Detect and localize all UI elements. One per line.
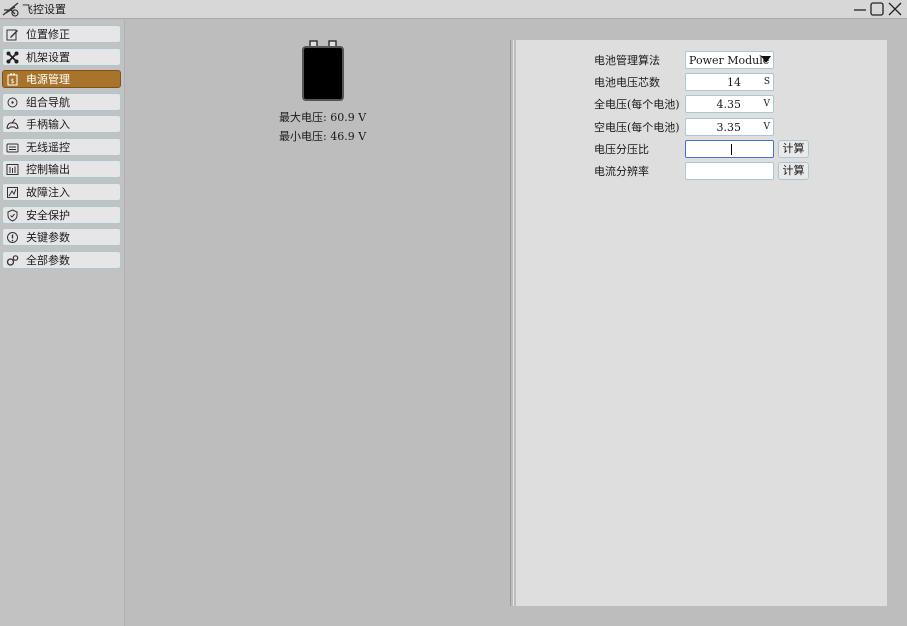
full-voltage-input[interactable]: 4.35 V — [685, 95, 774, 113]
output-icon — [6, 164, 19, 175]
sidebar: 位置修正 机架设置 $ 电源管理 组合导航 手柄输入 无线遥控 控制输出 故障注… — [0, 20, 125, 626]
sidebar-item-label: 控制输出 — [26, 163, 70, 176]
sidebar-item-label: 全部参数 — [26, 254, 70, 267]
sidebar-item-power-management[interactable]: $ 电源管理 — [2, 70, 121, 88]
cells-label: 电池电压芯数 — [594, 76, 660, 89]
sidebar-item-control-output[interactable]: 控制输出 — [2, 160, 121, 178]
window-title: 飞控设置 — [22, 3, 66, 16]
sidebar-item-label: 故障注入 — [26, 186, 70, 199]
sidebar-item-label: 机架设置 — [26, 51, 70, 64]
sidebar-item-all-parameters[interactable]: 全部参数 — [2, 251, 121, 269]
empty-voltage-label: 空电压(每个电池) — [594, 121, 680, 134]
compass-icon — [7, 97, 18, 108]
text-caret — [731, 144, 732, 155]
sidebar-item-label: 组合导航 — [26, 96, 70, 109]
shield-icon — [7, 209, 18, 222]
calc-current-resolution-button[interactable]: 计算 — [778, 162, 809, 180]
full-voltage-label: 全电压(每个电池) — [594, 98, 680, 111]
maximize-icon[interactable] — [869, 1, 885, 17]
sidebar-item-joystick-input[interactable]: 手柄输入 — [2, 115, 121, 133]
battery-icon: $ — [7, 73, 18, 86]
sidebar-item-integrated-navigation[interactable]: 组合导航 — [2, 93, 121, 111]
quadcopter-icon — [6, 51, 19, 64]
current-resolution-label: 电流分辨率 — [594, 165, 649, 178]
max-voltage-text: 最大电压: 60.9 V — [279, 111, 367, 124]
gamepad-icon — [6, 118, 19, 129]
sidebar-item-label: 手柄输入 — [26, 118, 70, 131]
sidebar-item-safety-protection[interactable]: 安全保护 — [2, 206, 121, 224]
algorithm-value: Power Module — [689, 54, 770, 67]
sidebar-item-label: 电源管理 — [26, 73, 70, 86]
full-voltage-unit: V — [763, 99, 771, 109]
remote-icon — [6, 143, 19, 153]
info-icon — [7, 232, 18, 243]
min-voltage-text: 最小电压: 46.9 V — [279, 130, 367, 143]
calc-voltage-divider-button[interactable]: 计算 — [778, 140, 809, 158]
voltage-divider-input[interactable] — [685, 140, 774, 158]
title-bar: 飞控设置 — [0, 0, 907, 19]
algorithm-label: 电池管理算法 — [594, 54, 660, 67]
edit-icon — [6, 29, 18, 41]
sidebar-item-label: 位置修正 — [26, 28, 70, 41]
sidebar-item-wireless-remote[interactable]: 无线遥控 — [2, 138, 121, 156]
battery-large-icon — [302, 40, 344, 101]
sidebar-item-label: 无线遥控 — [26, 141, 70, 154]
sidebar-item-frame-settings[interactable]: 机架设置 — [2, 48, 121, 66]
sidebar-item-label: 关键参数 — [26, 231, 70, 244]
fault-icon — [7, 187, 18, 198]
cells-value: 14 — [727, 76, 741, 89]
full-voltage-value: 4.35 — [716, 98, 742, 111]
current-resolution-input[interactable] — [685, 162, 774, 180]
empty-voltage-value: 3.35 — [716, 121, 742, 134]
empty-voltage-unit: V — [763, 122, 771, 132]
gears-icon — [6, 255, 19, 266]
svg-text:$: $ — [11, 78, 15, 85]
algorithm-select[interactable]: Power Module — [685, 51, 774, 69]
sidebar-item-label: 安全保护 — [26, 209, 70, 222]
voltage-divider-label: 电压分压比 — [594, 143, 649, 156]
plane-wrench-icon — [2, 2, 19, 17]
empty-voltage-input[interactable]: 3.35 V — [685, 118, 774, 136]
cells-unit: S — [763, 77, 770, 87]
chevron-down-icon — [761, 56, 771, 63]
sidebar-item-position-correction[interactable]: 位置修正 — [2, 25, 121, 43]
panel-splitter[interactable] — [510, 40, 514, 606]
sidebar-item-fault-injection[interactable]: 故障注入 — [2, 183, 121, 201]
sidebar-item-key-parameters[interactable]: 关键参数 — [2, 228, 121, 246]
cells-input[interactable]: 14 S — [685, 73, 774, 91]
close-icon[interactable] — [887, 1, 903, 17]
minimize-icon[interactable] — [852, 1, 868, 17]
